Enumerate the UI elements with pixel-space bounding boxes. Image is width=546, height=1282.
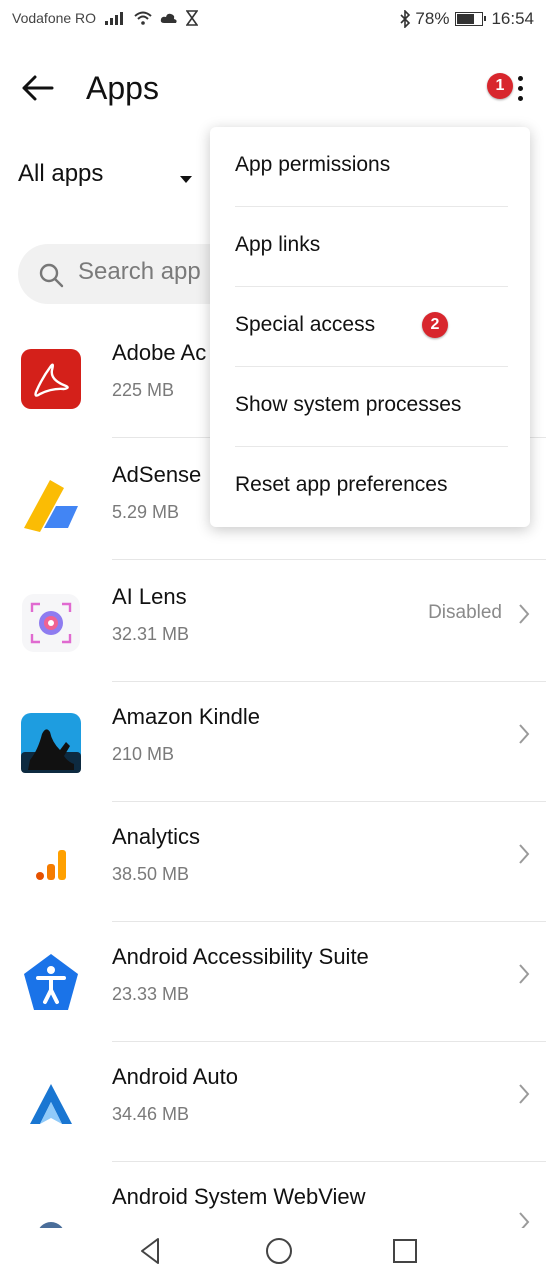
- menu-item-label: App links: [235, 233, 321, 256]
- app-name: Android Auto: [112, 1064, 238, 1089]
- home-circle-icon[interactable]: [262, 1234, 296, 1268]
- recents-square-icon[interactable]: [388, 1234, 422, 1268]
- chevron-right-icon: [519, 604, 530, 624]
- accessibility-icon: [20, 952, 82, 1014]
- signal-icon: [105, 12, 124, 25]
- list-item[interactable]: Analytics 38.50 MB: [0, 802, 546, 922]
- list-item[interactable]: Android Auto 34.46 MB: [0, 1042, 546, 1162]
- menu-item-app-permissions[interactable]: App permissions: [210, 127, 530, 207]
- dropdown-caret-icon: [180, 176, 192, 183]
- menu-item-show-system-processes[interactable]: Show system processes: [210, 367, 530, 447]
- clock: 16:54: [491, 9, 534, 28]
- menu-item-label: Reset app preferences: [235, 473, 448, 496]
- app-bar: Apps: [0, 58, 546, 122]
- hourglass-icon: [186, 10, 199, 26]
- list-item[interactable]: Android Accessibility Suite 23.33 MB: [0, 922, 546, 1042]
- list-item[interactable]: Amazon Kindle 210 MB: [0, 682, 546, 802]
- status-bar: Vodafone RO 78% 16:54: [0, 0, 546, 40]
- menu-item-label: Special access: [235, 313, 376, 336]
- overflow-menu: App permissions App links Special access…: [210, 127, 530, 527]
- status-right: 78% 16:54: [399, 9, 534, 29]
- menu-item-special-access[interactable]: Special access: [210, 287, 530, 367]
- back-triangle-icon[interactable]: [134, 1234, 168, 1268]
- app-size: 225 MB: [112, 380, 175, 400]
- app-name: AdSense: [112, 462, 202, 487]
- adsense-icon: [20, 470, 82, 532]
- app-filter-dropdown[interactable]: All apps: [18, 160, 103, 188]
- app-size: 23.33 MB: [112, 984, 190, 1004]
- search-input[interactable]: Search app: [78, 258, 201, 286]
- adobe-acrobat-icon: [20, 348, 82, 410]
- back-arrow-icon[interactable]: [18, 68, 58, 108]
- menu-item-app-links[interactable]: App links: [210, 207, 530, 287]
- kindle-icon: [20, 712, 82, 774]
- step-badge-2: 2: [422, 312, 448, 338]
- cloud-icon: [160, 13, 177, 23]
- app-size: 210 MB: [112, 744, 175, 764]
- app-name: AI Lens: [112, 584, 187, 609]
- navigation-bar: [0, 1228, 546, 1274]
- menu-item-label: App permissions: [235, 153, 391, 176]
- divider: [112, 559, 546, 560]
- battery-icon: [455, 12, 487, 26]
- ai-lens-icon: [20, 592, 82, 654]
- app-size: 34.46 MB: [112, 1104, 190, 1124]
- menu-item-label: Show system processes: [235, 393, 462, 416]
- android-auto-icon: [20, 1072, 82, 1134]
- search-icon: [39, 263, 64, 288]
- app-name: Android Accessibility Suite: [112, 944, 369, 969]
- chevron-right-icon: [519, 724, 530, 744]
- app-size: 32.31 MB: [112, 624, 190, 644]
- app-name: Adobe Ac: [112, 340, 207, 365]
- menu-item-reset-app-preferences[interactable]: Reset app preferences: [210, 447, 530, 527]
- wifi-icon: [134, 11, 152, 25]
- chevron-right-icon: [519, 844, 530, 864]
- bluetooth-icon: [400, 10, 411, 28]
- battery-percent: 78%: [415, 9, 450, 28]
- step-badge-1: 1: [487, 73, 513, 99]
- page-title: Apps: [86, 70, 159, 106]
- app-name: Analytics: [112, 824, 201, 849]
- app-name: Android System WebView: [112, 1184, 366, 1209]
- list-item[interactable]: AI Lens 32.31 MB Disabled: [0, 562, 546, 682]
- app-size: 5.29 MB: [112, 502, 180, 522]
- carrier-name: Vodafone RO: [12, 10, 97, 26]
- chevron-right-icon: [519, 964, 530, 984]
- app-status-label: Disabled: [428, 602, 502, 623]
- chevron-right-icon: [519, 1084, 530, 1104]
- app-size: 38.50 MB: [112, 864, 190, 884]
- analytics-icon: [20, 832, 82, 894]
- status-left: Vodafone RO: [12, 10, 199, 26]
- app-name: Amazon Kindle: [112, 704, 260, 729]
